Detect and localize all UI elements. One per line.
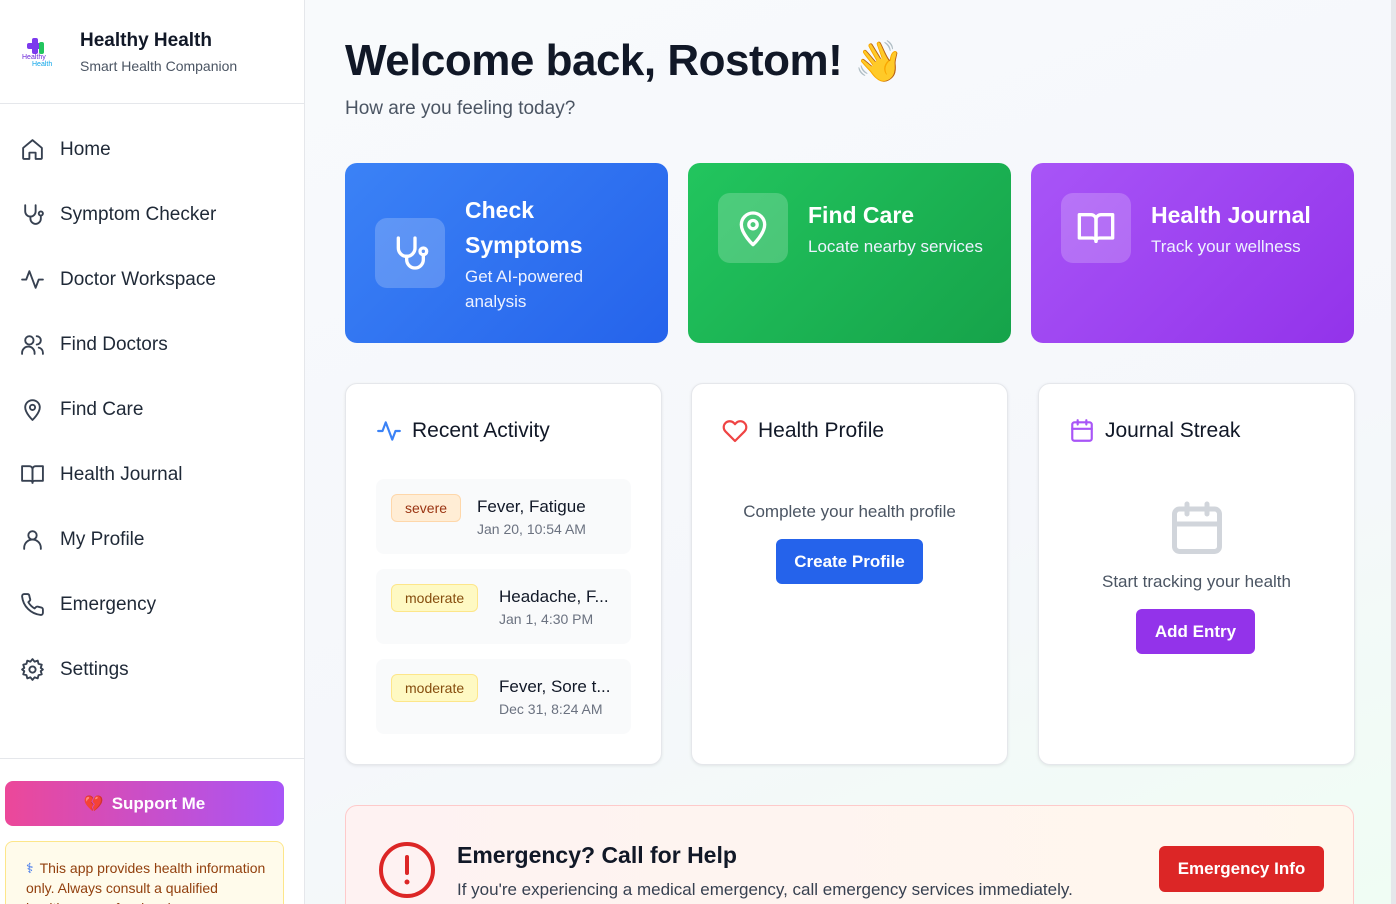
sidebar-footer: 💔 Support Me ⚕ This app provides health i… (0, 758, 304, 904)
calendar-icon (1071, 419, 1093, 442)
sidebar-item-find-care[interactable]: Find Care (0, 377, 304, 442)
recent-activity-card: Recent Activity severe Fever, Fatigue Ja… (345, 383, 662, 765)
waving-hand-icon: 👋 (854, 40, 904, 84)
sidebar-item-home[interactable]: Home (0, 117, 304, 182)
brand-header[interactable]: Healthy Health Healthy Health Smart Heal… (0, 0, 304, 104)
app-title: Healthy Health (80, 29, 212, 51)
severity-badge: moderate (391, 674, 479, 702)
health-journal-card[interactable]: Health Journal Track your wellness (1031, 163, 1354, 343)
alert-circle-icon (379, 842, 435, 898)
activity-symptoms: Headache, F... (499, 587, 609, 606)
stethoscope-icon (375, 218, 445, 288)
app-logo: Healthy Health (20, 32, 60, 72)
gear-icon (21, 658, 44, 681)
book-open-icon (1061, 193, 1131, 263)
sidebar-item-label: Health Journal (60, 463, 183, 485)
find-care-card[interactable]: Find Care Locate nearby services (688, 163, 1011, 343)
find-care-subtitle: Locate nearby services (808, 237, 983, 256)
journal-streak-message: Start tracking your health (1102, 572, 1291, 591)
activity-icon (21, 270, 44, 289)
sidebar-item-label: Doctor Workspace (60, 268, 216, 290)
map-pin-icon (24, 399, 41, 421)
sidebar-item-emergency[interactable]: Emergency (0, 572, 304, 637)
disclaimer-box: ⚕ This app provides health information on… (5, 841, 284, 904)
sidebar-item-label: Symptom Checker (60, 203, 217, 225)
scrollbar[interactable] (1391, 0, 1396, 904)
severity-badge: moderate (391, 584, 479, 612)
home-icon (22, 139, 43, 160)
page-subtitle: How are you feeling today? (345, 98, 576, 119)
emergency-banner: Emergency? Call for Help If you're exper… (345, 805, 1354, 904)
severity-badge: severe (391, 494, 462, 522)
activity-item[interactable]: severe Fever, Fatigue Jan 20, 10:54 AM (376, 479, 631, 554)
page-title: Welcome back, Rostom! 👋 (345, 36, 904, 85)
journal-streak-card: Journal Streak Start tracking your healt… (1038, 383, 1355, 765)
support-me-button[interactable]: 💔 Support Me (5, 781, 284, 826)
support-me-label: Support Me (111, 793, 206, 813)
journal-streak-header: Journal Streak (1069, 418, 1240, 444)
activity-time: Jan 20, 10:54 AM (477, 521, 586, 537)
emergency-title: Emergency? Call for Help (457, 842, 737, 868)
activity-time: Jan 1, 4:30 PM (499, 611, 594, 627)
activity-symptoms: Fever, Sore t... (499, 677, 611, 696)
sidebar-item-health-journal[interactable]: Health Journal (0, 442, 304, 507)
sidebar-item-settings[interactable]: Settings (0, 637, 304, 702)
health-journal-subtitle: Track your wellness (1151, 237, 1301, 256)
caduceus-icon: ⚕ (26, 860, 34, 876)
main-content: Welcome back, Rostom! 👋 How are you feel… (305, 0, 1391, 904)
app-subtitle: Smart Health Companion (80, 57, 238, 74)
sidebar-nav: Home Symptom Checker Doctor Workspace Fi… (0, 104, 304, 702)
find-care-title: Find Care (808, 202, 915, 228)
book-open-icon (21, 465, 44, 484)
sidebar-item-label: My Profile (60, 528, 145, 550)
check-symptoms-title: Check Symptoms (465, 197, 583, 258)
activity-time: Dec 31, 8:24 AM (499, 701, 603, 717)
add-entry-button[interactable]: Add Entry (1136, 609, 1255, 654)
health-profile-message: Complete your health profile (743, 502, 956, 521)
sidebar-item-label: Find Doctors (60, 333, 168, 355)
users-icon (21, 335, 44, 355)
activity-symptoms: Fever, Fatigue (477, 497, 586, 516)
create-profile-button[interactable]: Create Profile (776, 539, 923, 584)
sidebar-item-symptom-checker[interactable]: Symptom Checker (0, 182, 304, 247)
emergency-info-button[interactable]: Emergency Info (1159, 846, 1324, 892)
activity-item[interactable]: moderate Fever, Sore t... Dec 31, 8:24 A… (376, 659, 631, 734)
map-pin-icon (718, 193, 788, 263)
heart-icon (722, 420, 748, 443)
sidebar-item-find-doctors[interactable]: Find Doctors (0, 312, 304, 377)
sidebar-item-label: Home (60, 138, 111, 160)
sidebar-item-doctor-workspace[interactable]: Doctor Workspace (0, 247, 304, 312)
broken-heart-icon: 💔 (83, 795, 104, 813)
sidebar-item-my-profile[interactable]: My Profile (0, 507, 304, 572)
emergency-subtitle: If you're experiencing a medical emergen… (457, 880, 1073, 899)
health-profile-header: Health Profile (722, 418, 884, 444)
user-icon (23, 530, 42, 550)
phone-icon (21, 593, 44, 616)
calendar-placeholder-icon (1172, 501, 1222, 554)
activity-icon (377, 421, 401, 441)
sidebar: Healthy Health Healthy Health Smart Heal… (0, 0, 305, 904)
check-symptoms-subtitle: Get AI-powered analysis (465, 267, 584, 311)
stethoscope-icon (24, 204, 44, 225)
recent-activity-header: Recent Activity (376, 418, 550, 444)
sidebar-item-label: Emergency (60, 593, 157, 615)
disclaimer-text: This app provides health information onl… (26, 860, 266, 904)
check-symptoms-card[interactable]: Check Symptoms Get AI-powered analysis (345, 163, 668, 343)
sidebar-item-label: Find Care (60, 398, 144, 420)
activity-item[interactable]: moderate Headache, F... Jan 1, 4:30 PM (376, 569, 631, 644)
health-journal-title: Health Journal (1151, 202, 1311, 228)
health-profile-card: Health Profile Complete your health prof… (691, 383, 1008, 765)
sidebar-item-label: Settings (60, 658, 129, 680)
